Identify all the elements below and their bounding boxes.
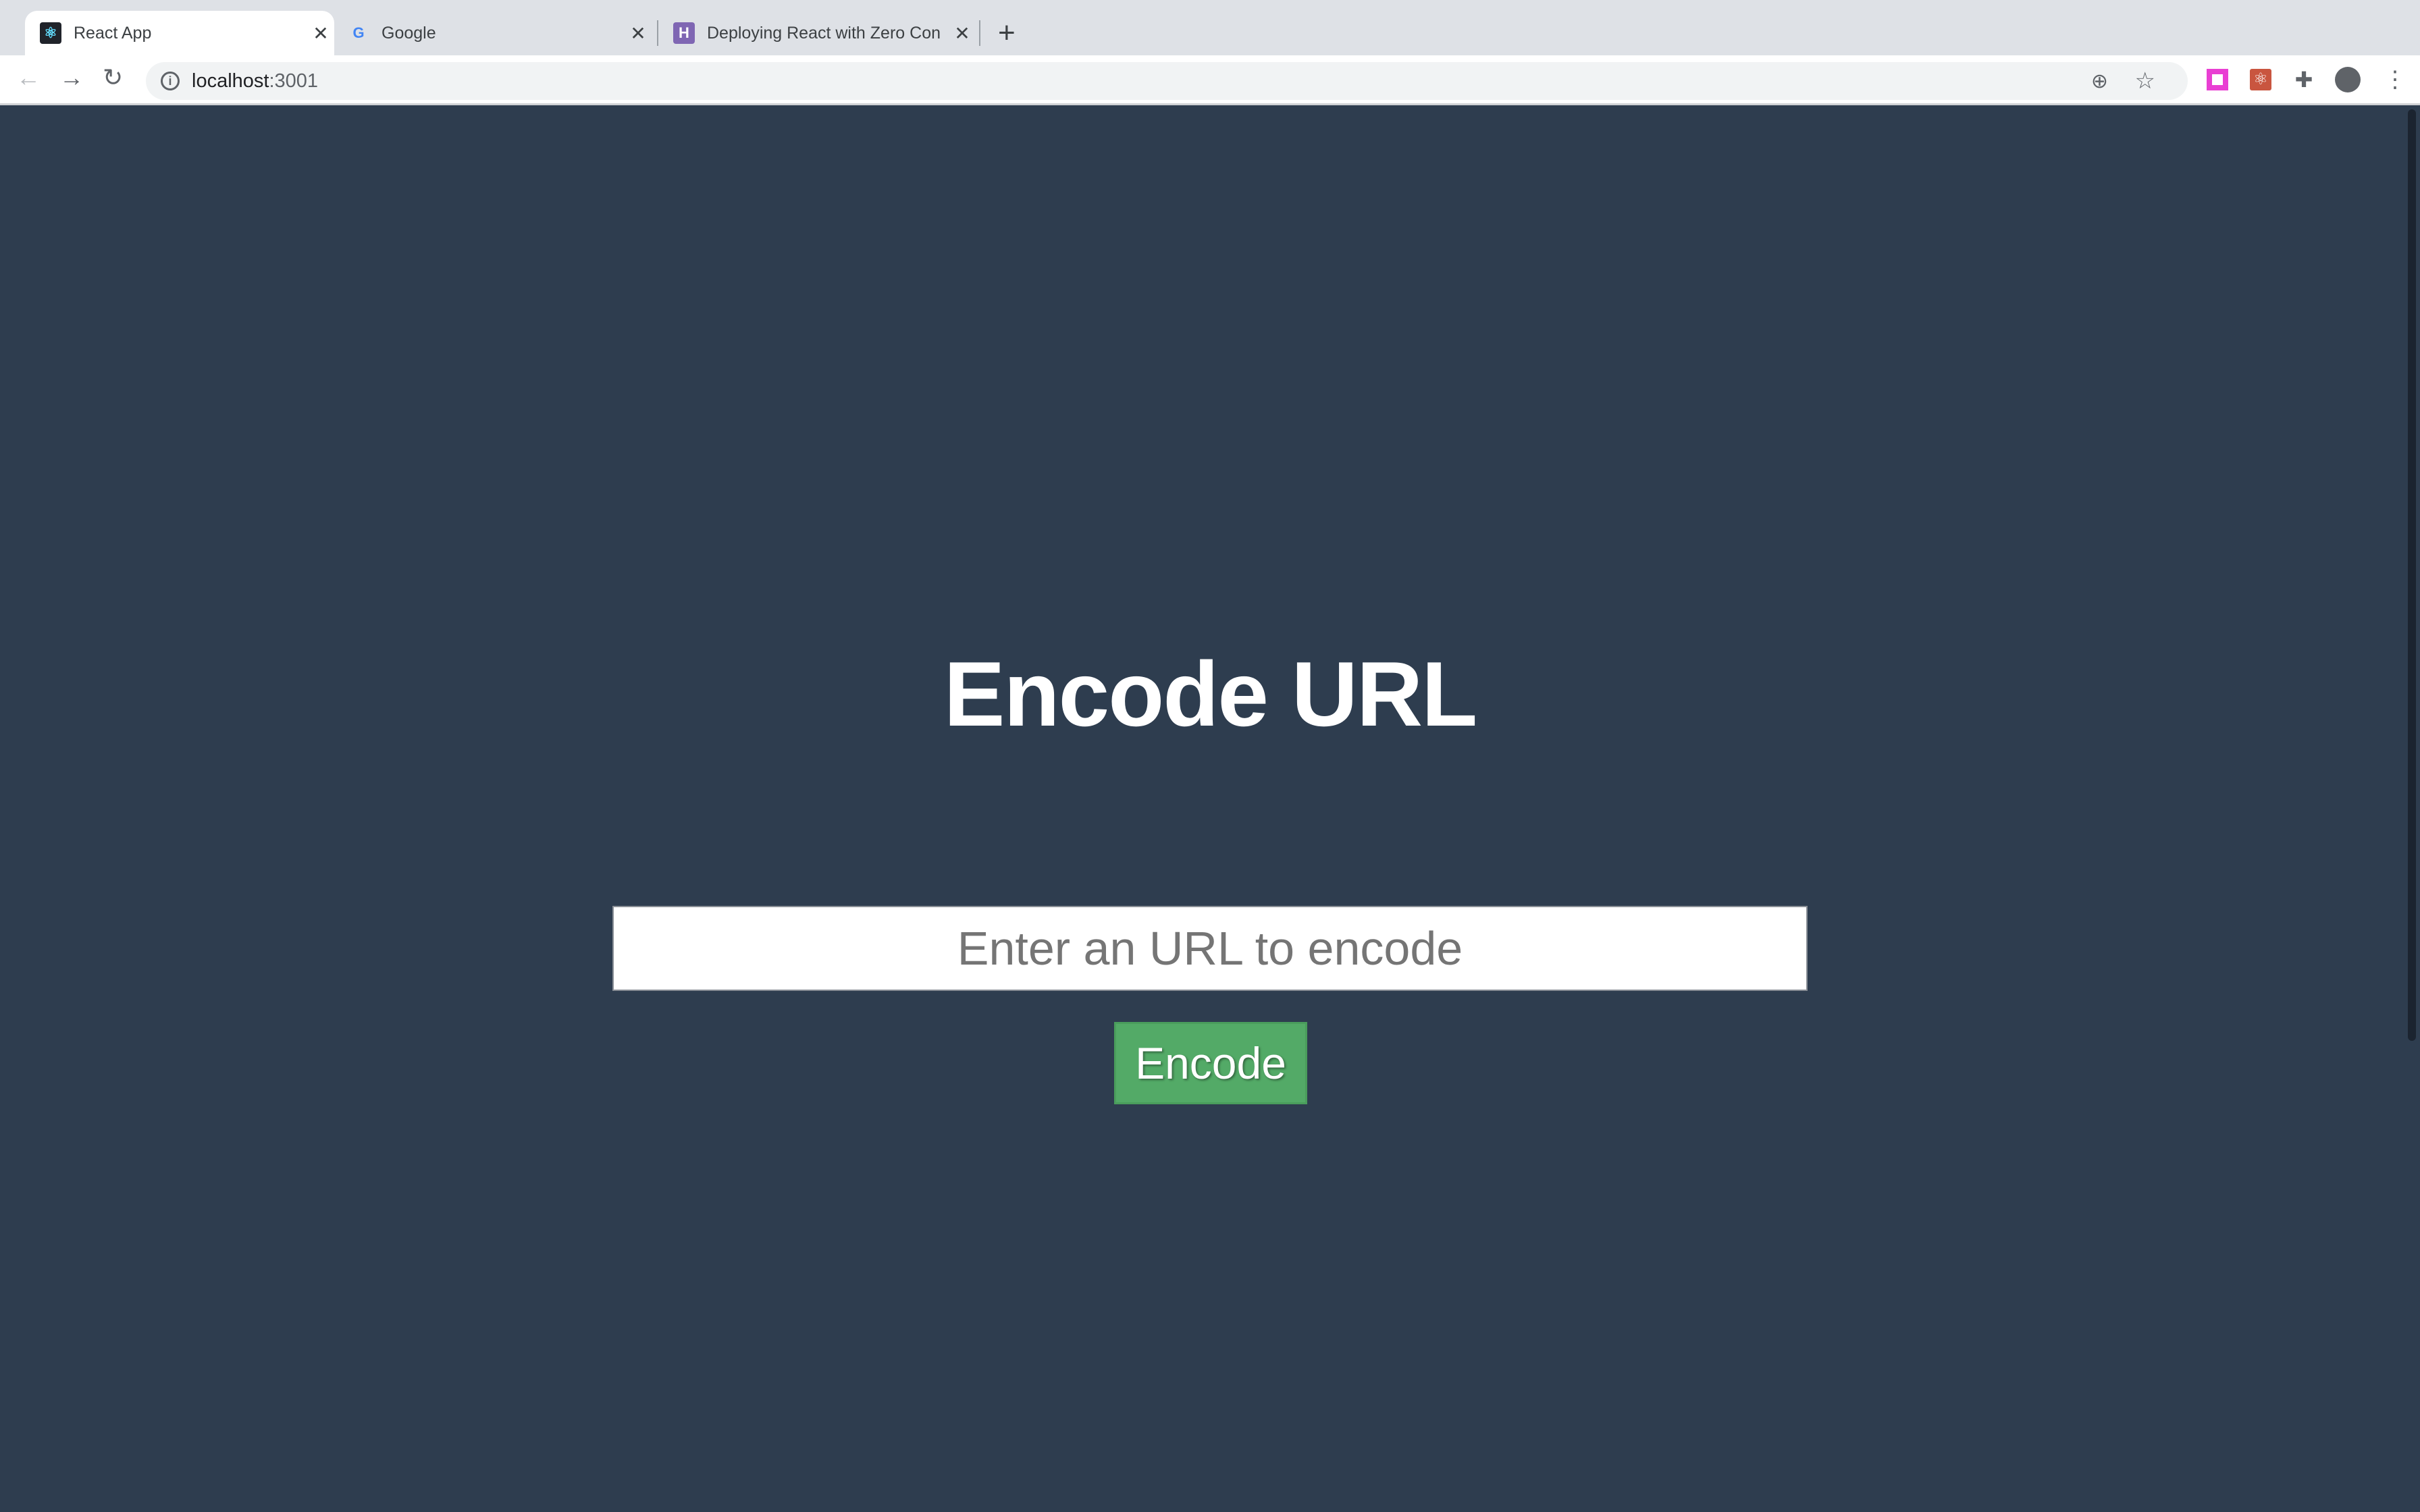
- url-host: localhost: [192, 70, 269, 92]
- profile-icon[interactable]: [2335, 67, 2361, 92]
- tab-deploying-react[interactable]: H Deploying React with Zero Con ✕: [658, 11, 976, 55]
- close-tab-icon[interactable]: ✕: [949, 22, 976, 45]
- encode-button[interactable]: Encode: [1114, 1022, 1307, 1104]
- pink-square-extension-icon[interactable]: [2207, 69, 2228, 90]
- heroku-icon: H: [673, 22, 695, 44]
- new-tab-button[interactable]: +: [998, 16, 1016, 50]
- page-title: Encode URL: [943, 643, 1478, 745]
- tab-title: Deploying React with Zero Con: [707, 23, 941, 43]
- address-bar[interactable]: i localhost:3001 ⊕ ☆: [146, 62, 2188, 100]
- tab-react-app[interactable]: ⚛ React App ✕: [25, 11, 334, 55]
- menu-icon[interactable]: ⋮: [2384, 68, 2406, 91]
- tab-separator: [979, 20, 980, 46]
- tab-bar: ⚛ React App ✕ G Google ✕ H Deploying Rea…: [0, 0, 2420, 55]
- tab-title: Google: [382, 23, 436, 43]
- url-port: :3001: [269, 70, 319, 92]
- site-info-icon[interactable]: i: [161, 72, 180, 90]
- tab-google[interactable]: G Google ✕: [334, 11, 652, 55]
- url-text[interactable]: localhost:3001: [192, 70, 318, 92]
- browser-toolbar: ← → ↻ i localhost:3001 ⊕ ☆ ⚛ ✚ ⋮: [0, 55, 2420, 105]
- zoom-icon[interactable]: ⊕: [2091, 70, 2108, 93]
- bookmark-star-icon[interactable]: ☆: [2135, 68, 2155, 94]
- forward-icon[interactable]: →: [59, 63, 84, 92]
- close-tab-icon[interactable]: ✕: [307, 22, 334, 45]
- google-icon: G: [352, 24, 365, 41]
- scrollbar[interactable]: [2408, 109, 2416, 1041]
- react-devtools-extension-icon[interactable]: ⚛: [2250, 69, 2271, 90]
- close-tab-icon[interactable]: ✕: [625, 22, 652, 45]
- tab-title: React App: [74, 23, 152, 43]
- react-icon: ⚛: [40, 22, 61, 44]
- back-icon[interactable]: ←: [16, 63, 41, 92]
- puzzle-extensions-icon[interactable]: ✚: [2293, 69, 2315, 90]
- url-input[interactable]: [612, 906, 1808, 991]
- reload-icon[interactable]: ↻: [103, 63, 123, 92]
